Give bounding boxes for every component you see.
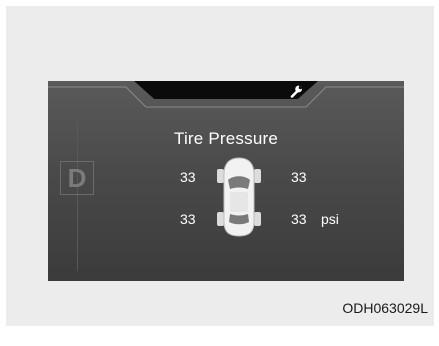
figure-frame: D Tire Pressure 33 33 33 33 psi ODH06302… bbox=[6, 6, 434, 326]
front-right-pressure: 33 bbox=[291, 169, 307, 185]
figure-code: ODH063029L bbox=[342, 300, 428, 316]
front-left-pressure: 33 bbox=[180, 169, 196, 185]
car-top-view-icon bbox=[217, 157, 261, 237]
gear-indicator: D bbox=[60, 161, 94, 195]
rear-right-pressure: 33 bbox=[291, 211, 307, 227]
cluster-display: D Tire Pressure 33 33 33 33 psi bbox=[48, 81, 404, 281]
rear-left-pressure: 33 bbox=[180, 211, 196, 227]
tire-pressure-title: Tire Pressure bbox=[174, 129, 278, 148]
pressure-unit: psi bbox=[321, 211, 339, 227]
wrench-icon bbox=[290, 85, 303, 98]
